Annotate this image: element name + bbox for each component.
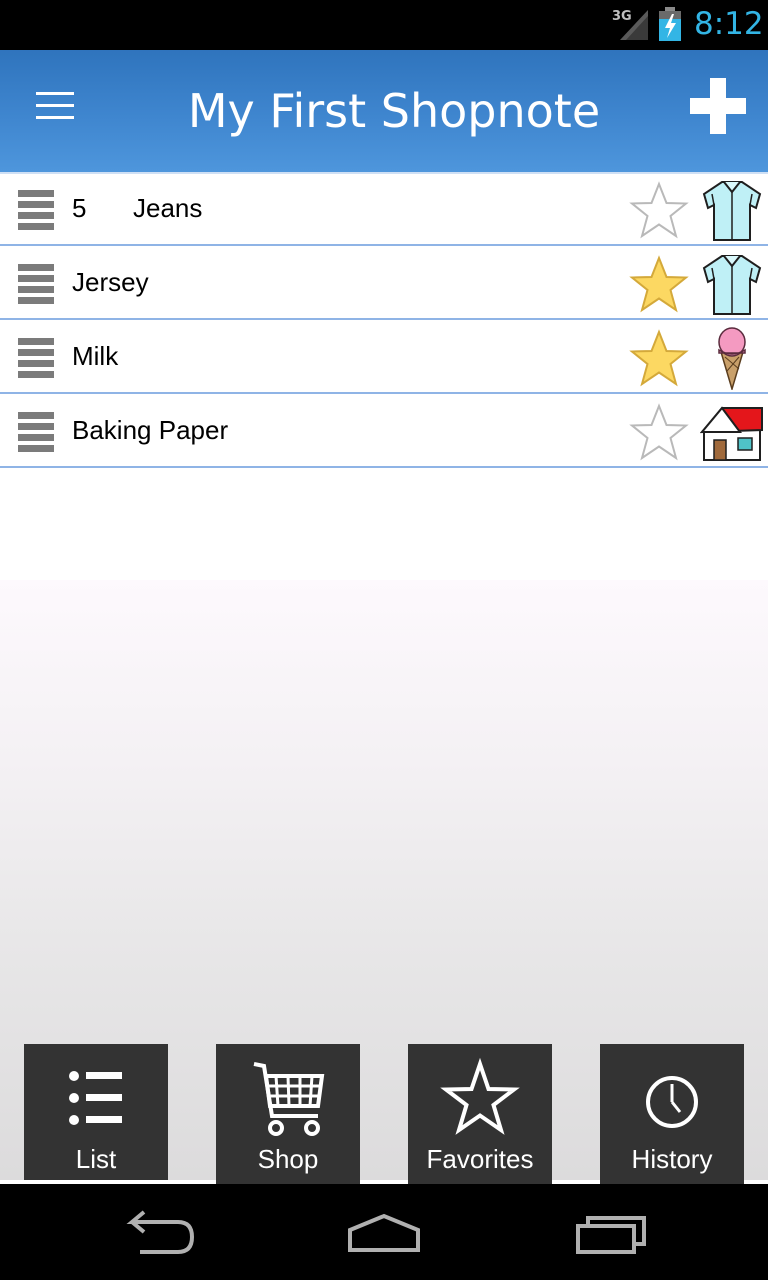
status-bar: 3G 8:12 xyxy=(0,0,768,50)
hamburger-menu-icon xyxy=(36,92,74,95)
recent-apps-icon[interactable] xyxy=(548,1204,668,1264)
drag-handle-icon[interactable] xyxy=(18,190,54,232)
tab-shop[interactable]: Shop xyxy=(216,1044,360,1186)
shopping-list: 5 Jeans Jersey Milk Baking Paper xyxy=(0,174,768,470)
add-item-button[interactable] xyxy=(690,78,748,136)
action-bar: My First Shopnote xyxy=(0,50,768,174)
star-outline-icon[interactable] xyxy=(628,403,690,463)
home-icon[interactable] xyxy=(324,1204,444,1264)
house-icon[interactable] xyxy=(700,400,764,464)
tab-label: Favorites xyxy=(426,1144,534,1174)
drag-handle-icon[interactable] xyxy=(18,412,54,454)
clock-time: 8:12 xyxy=(694,6,764,42)
item-name: Jeans xyxy=(133,193,203,223)
list-item[interactable]: Baking Paper xyxy=(0,396,768,468)
system-navigation-bar xyxy=(0,1184,768,1280)
item-name: Milk xyxy=(72,341,119,371)
tab-list[interactable]: List xyxy=(24,1044,168,1186)
star-outline-icon xyxy=(440,1057,520,1135)
tab-history[interactable]: History xyxy=(600,1044,744,1186)
tab-favorites[interactable]: Favorites xyxy=(408,1044,552,1186)
item-name: Jersey xyxy=(72,267,149,297)
battery-charging-icon xyxy=(659,7,681,41)
drag-handle-icon[interactable] xyxy=(18,338,54,380)
plus-icon xyxy=(710,78,726,134)
clock-icon xyxy=(646,1076,698,1128)
shirt-icon[interactable] xyxy=(700,178,764,242)
star-filled-icon[interactable] xyxy=(628,255,690,315)
star-filled-icon[interactable] xyxy=(628,329,690,389)
item-quantity: 5 xyxy=(72,193,87,223)
back-icon[interactable] xyxy=(100,1204,220,1264)
drag-handle-icon[interactable] xyxy=(18,264,54,306)
list-item[interactable]: Milk xyxy=(0,322,768,394)
tab-label: List xyxy=(75,1144,117,1174)
hamburger-menu-icon xyxy=(36,116,74,119)
shirt-icon[interactable] xyxy=(700,252,764,316)
page-title: My First Shopnote xyxy=(187,84,601,138)
tab-label: Shop xyxy=(257,1144,319,1174)
hamburger-menu-icon xyxy=(36,104,74,107)
ice-cream-icon[interactable] xyxy=(700,326,764,390)
list-item[interactable]: 5 Jeans xyxy=(0,174,768,246)
tab-label: History xyxy=(631,1144,713,1174)
star-outline-icon[interactable] xyxy=(628,181,690,241)
item-name: Baking Paper xyxy=(72,415,229,445)
shopping-cart-icon xyxy=(253,1062,325,1136)
list-item[interactable]: Jersey xyxy=(0,248,768,320)
menu-button[interactable] xyxy=(30,86,82,130)
list-icon xyxy=(69,1071,122,1125)
signal-icon xyxy=(620,10,648,40)
